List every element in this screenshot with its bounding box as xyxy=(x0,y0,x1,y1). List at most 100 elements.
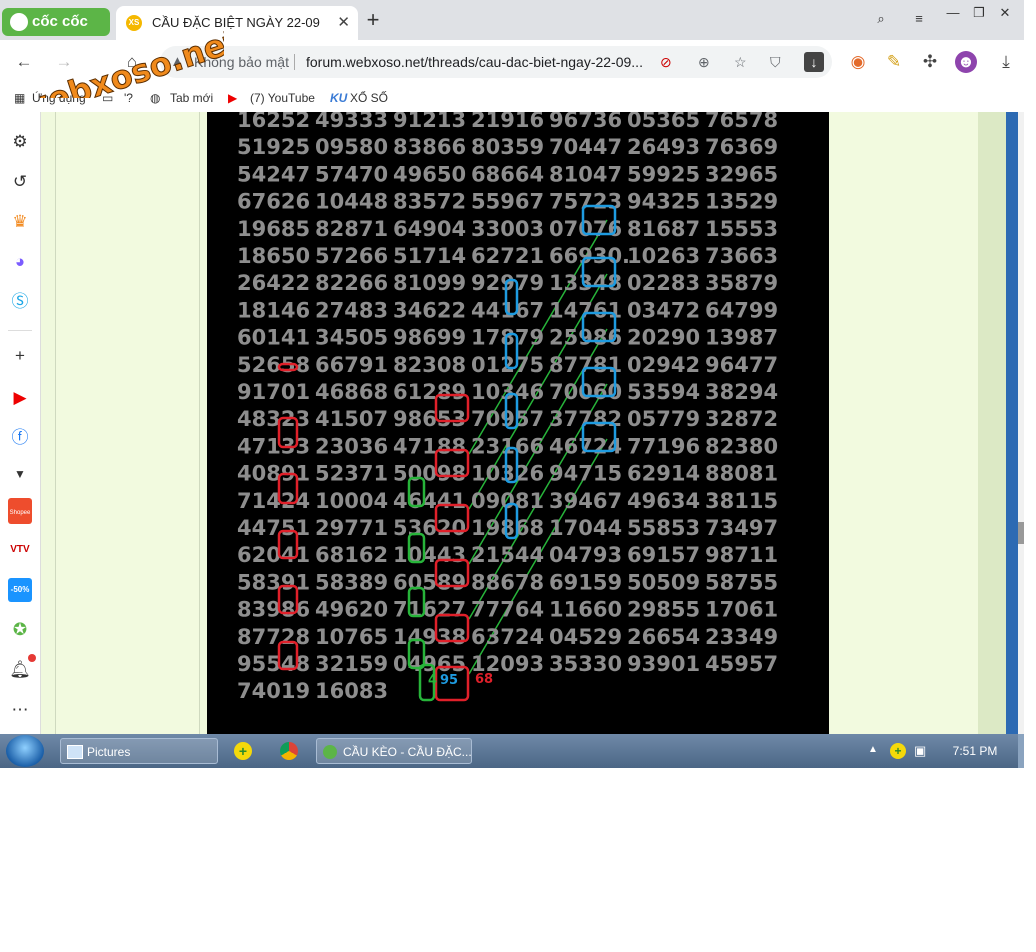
board-number: 16083 xyxy=(315,679,388,703)
board-number: 26654 xyxy=(627,625,700,649)
more-icon[interactable]: ⋯ xyxy=(8,698,32,722)
board-number: 38115 xyxy=(705,489,778,513)
tab-search-icon[interactable]: ⌕ xyxy=(868,10,894,28)
reading-list-icon[interactable]: ≡ xyxy=(906,10,932,28)
watermark-text: webxoso.net xyxy=(15,21,224,98)
board-number: 29855 xyxy=(627,598,700,622)
maximize-button[interactable]: ❐ xyxy=(966,4,992,22)
skype-icon[interactable]: Ⓢ xyxy=(8,290,32,314)
board-number: 23036 xyxy=(315,434,388,458)
board-number: 87728 xyxy=(237,625,310,649)
right-border xyxy=(1006,112,1018,734)
board-number: 57470 xyxy=(315,162,388,186)
system-clock[interactable]: 7:51 PM xyxy=(948,740,1002,762)
board-number: 76369 xyxy=(705,135,778,159)
board-number: 35879 xyxy=(705,271,778,295)
board-number: 15553 xyxy=(705,217,778,241)
taskbar-app-icon[interactable]: + xyxy=(234,742,252,760)
board-number: 94715 xyxy=(549,462,622,486)
board-number: 62721 xyxy=(471,244,544,268)
history-icon[interactable]: ↺ xyxy=(8,170,32,194)
board-number: 23166 xyxy=(471,434,544,458)
board-number: 34505 xyxy=(315,326,388,350)
tray-chevron-icon[interactable]: ▲ xyxy=(868,744,878,755)
downloads-icon[interactable]: ⤓ xyxy=(994,50,1018,74)
url-text[interactable]: forum.webxoso.net/threads/cau-dac-biet-n… xyxy=(306,46,643,78)
extension-icon[interactable]: ✪ xyxy=(8,618,32,642)
board-number: 96736 xyxy=(549,112,622,132)
tray-app-icon[interactable]: + xyxy=(890,743,906,759)
scrollbar-thumb[interactable] xyxy=(1018,522,1024,544)
vtv-go-icon[interactable]: VTV xyxy=(8,538,32,562)
puzzle-icon[interactable]: ✣ xyxy=(918,50,942,74)
tab-close-icon[interactable]: ✕ xyxy=(337,6,350,40)
close-window-button[interactable]: ✕ xyxy=(992,4,1018,22)
left-column xyxy=(55,112,200,734)
board-number: 10448 xyxy=(315,190,388,214)
board-number: 53620 xyxy=(393,516,466,540)
chrome-icon[interactable] xyxy=(280,742,298,760)
board-number: 35330 xyxy=(549,652,622,676)
board-number: 55853 xyxy=(627,516,700,540)
shield-icon[interactable]: ⛉ xyxy=(770,46,781,78)
chevron-down-icon[interactable]: ▼ xyxy=(8,462,32,486)
shopee-icon[interactable]: Shopee xyxy=(8,498,32,524)
board-number: 87781 xyxy=(549,353,622,377)
board-number: 62041 xyxy=(237,543,310,567)
board-number: 25986 xyxy=(549,326,622,350)
page-scrollbar[interactable] xyxy=(1018,112,1024,734)
bookmark-star-icon[interactable]: ☆ xyxy=(734,46,747,78)
settings-icon[interactable]: ⚙ xyxy=(8,130,32,154)
messenger-icon[interactable]: ◕ xyxy=(8,250,32,274)
board-number: 13529 xyxy=(705,190,778,214)
board-number: 69157 xyxy=(627,543,700,567)
board-number: 71627 xyxy=(393,598,466,622)
download-page-icon[interactable]: ↓ xyxy=(804,52,824,72)
prediction-extra: 68 xyxy=(475,672,493,687)
network-icon[interactable]: ▣ xyxy=(914,743,926,759)
coccoc-extension-icon[interactable]: ◉ xyxy=(846,50,870,74)
board-number: 32965 xyxy=(705,162,778,186)
crown-icon[interactable]: ♛ xyxy=(8,210,32,234)
blocked-popup-icon[interactable]: ⊘ xyxy=(660,46,672,78)
zoom-icon[interactable]: ⊕ xyxy=(698,46,710,78)
board-number: 10263 xyxy=(627,244,700,268)
board-number: 38294 xyxy=(705,380,778,404)
board-number: 58389 xyxy=(315,570,388,594)
board-number: 21544 xyxy=(471,543,544,567)
pencil-icon[interactable]: ✎ xyxy=(882,50,906,74)
youtube-icon[interactable]: ▶ xyxy=(8,386,32,410)
taskbar-pictures[interactable]: Pictures xyxy=(60,738,218,764)
taskbar-coccoc-window[interactable]: CẦU KÈO - CẦU ĐẶC... xyxy=(316,738,472,764)
board-number: 98699 xyxy=(393,326,466,350)
board-number: 14938 xyxy=(393,625,466,649)
board-number: 76578 xyxy=(705,112,778,132)
new-tab-button[interactable]: + xyxy=(362,8,384,32)
board-number: 40891 xyxy=(237,462,310,486)
address-bar[interactable]: ▲ Không bảo mật forum.webxoso.net/thread… xyxy=(160,46,832,78)
board-number: 59925 xyxy=(627,162,700,186)
board-number: 95548 xyxy=(237,652,310,676)
board-number: 17061 xyxy=(705,598,778,622)
bookmark-xoso[interactable]: XỔ SỐ xyxy=(350,90,388,106)
board-number: 21916 xyxy=(471,112,544,132)
taskbar-coccoc-label: CẦU KÈO - CẦU ĐẶC... xyxy=(343,745,472,759)
lottery-board: 16252 49333 91213 21916 96736 05365 76578 51925… xyxy=(237,108,778,703)
add-icon[interactable]: + xyxy=(8,344,32,368)
bookmark-youtube[interactable]: (7) YouTube xyxy=(250,90,315,106)
webxoso-watermark: webxoso.net xyxy=(14,20,224,98)
board-number: 77764 xyxy=(471,598,544,622)
show-desktop-button[interactable] xyxy=(1018,734,1024,768)
profile-avatar[interactable]: ☻ xyxy=(955,51,977,73)
board-number: 44751 xyxy=(237,516,310,540)
board-number: 49650 xyxy=(393,162,466,186)
tiki-icon[interactable]: -50% xyxy=(8,578,32,602)
board-number: 47133 xyxy=(237,434,310,458)
xoso-bookmark-icon: KU xyxy=(330,91,348,105)
bell-icon[interactable]: 🔔︎ xyxy=(8,658,32,682)
minimize-button[interactable]: — xyxy=(940,4,966,22)
facebook-icon[interactable]: ⓕ xyxy=(8,426,32,450)
board-number: 01275 xyxy=(471,353,544,377)
start-button[interactable] xyxy=(6,735,44,767)
board-number: 81099 xyxy=(393,271,466,295)
